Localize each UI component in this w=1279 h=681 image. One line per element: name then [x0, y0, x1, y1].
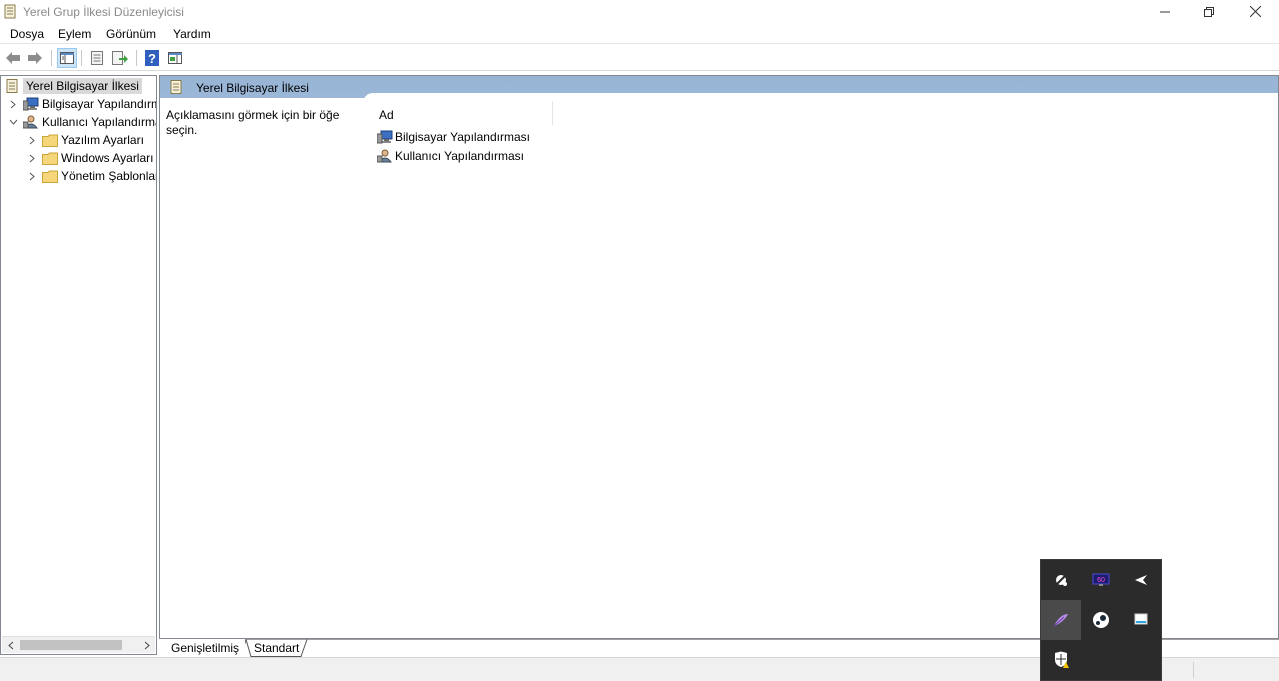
chevron-right-icon[interactable]: [8, 99, 18, 109]
folder-icon: [42, 169, 58, 183]
policy-document-icon: [170, 80, 182, 97]
tree-item-label: Bilgisayar Yapılandırması: [42, 97, 156, 111]
gpu-monitor-icon[interactable]: 60: [1081, 560, 1121, 600]
chevron-right-icon[interactable]: [27, 153, 37, 163]
close-button[interactable]: [1232, 0, 1278, 23]
tray-overflow-popup: 60: [1040, 559, 1162, 681]
menu-action[interactable]: Eylem: [57, 27, 92, 41]
properties-icon[interactable]: [87, 48, 107, 68]
tree-item-label: Yönetim Şablonları: [61, 169, 157, 183]
window-title: Yerel Grup İlkesi Düzenleyicisi: [23, 5, 184, 19]
details-title: Yerel Bilgisayar İlkesi: [196, 81, 309, 95]
scroll-right-icon[interactable]: [138, 637, 155, 653]
toolbar-separator: [136, 50, 137, 66]
menu-help[interactable]: Yardım: [172, 27, 212, 41]
forward-icon[interactable]: [25, 48, 45, 68]
folder-icon: [42, 133, 58, 147]
details-pane: Yerel Bilgisayar İlkesi Açıklamasını gör…: [159, 75, 1279, 639]
list-item[interactable]: Bilgisayar Yapılandırması: [377, 128, 530, 146]
back-icon[interactable]: [3, 48, 23, 68]
steam-icon[interactable]: [1081, 600, 1121, 640]
chevron-right-icon[interactable]: [27, 135, 37, 145]
tree-item-label: Kullanıcı Yapılandırması: [42, 115, 156, 129]
tree-item-user-config[interactable]: Kullanıcı Yapılandırması: [8, 113, 156, 131]
show-action-pane-icon[interactable]: [165, 48, 185, 68]
list-item[interactable]: Kullanıcı Yapılandırması: [377, 147, 524, 165]
column-header-name[interactable]: Ad: [379, 108, 394, 122]
svg-text:?: ?: [148, 51, 156, 66]
toolbar: ?: [0, 45, 1279, 71]
policy-document-icon: [4, 4, 16, 19]
item-list: Ad Bilgisayar Yapılandırması Kullanıcı Y…: [363, 93, 1278, 638]
svg-text:60: 60: [1097, 577, 1105, 584]
scroll-left-icon[interactable]: [2, 637, 19, 653]
computer-icon: [377, 130, 393, 144]
security-shield-warning-icon[interactable]: [1041, 640, 1081, 680]
chevron-down-icon[interactable]: [8, 117, 18, 127]
status-separator: [1193, 662, 1194, 678]
feather-icon[interactable]: [1041, 600, 1081, 640]
list-item-label: Bilgisayar Yapılandırması: [395, 130, 530, 144]
restore-button[interactable]: [1186, 0, 1232, 23]
console-tree: Yerel Bilgisayar İlkesi Bilgisayar Yapıl…: [0, 75, 157, 655]
tree-item-admin-templates[interactable]: Yönetim Şablonları: [27, 167, 157, 185]
tree-item-root[interactable]: Yerel Bilgisayar İlkesi: [4, 77, 142, 95]
list-item-label: Kullanıcı Yapılandırması: [395, 149, 524, 163]
tab-extended[interactable]: Genişletilmiş: [159, 639, 246, 657]
tree-item-label: Windows Ayarları: [61, 151, 154, 165]
tab-standard[interactable]: Standart: [242, 639, 305, 657]
tree-horizontal-scrollbar[interactable]: [2, 636, 155, 653]
tree-item-label: Yazılım Ayarları: [61, 133, 144, 147]
user-icon: [23, 115, 39, 129]
airplane-icon[interactable]: [1121, 560, 1161, 600]
folder-icon: [42, 151, 58, 165]
toolbar-separator: [51, 50, 52, 66]
tree-item-windows-settings[interactable]: Windows Ayarları: [27, 149, 153, 167]
column-divider[interactable]: [552, 101, 553, 125]
help-icon[interactable]: ?: [142, 48, 162, 68]
menu-bar: Dosya Eylem Görünüm Yardım: [0, 24, 1279, 44]
user-icon: [377, 149, 393, 163]
toolbar-separator: [81, 50, 82, 66]
show-hide-tree-icon[interactable]: [57, 48, 77, 68]
menu-file[interactable]: Dosya: [9, 27, 45, 41]
title-bar: Yerel Grup İlkesi Düzenleyicisi: [0, 0, 1279, 23]
scrollbar-thumb[interactable]: [20, 640, 122, 650]
chevron-right-icon[interactable]: [27, 171, 37, 181]
display-icon[interactable]: [1121, 600, 1161, 640]
minimize-button[interactable]: [1142, 0, 1188, 23]
tree-item-software-settings[interactable]: Yazılım Ayarları: [27, 131, 144, 149]
export-list-icon[interactable]: [110, 48, 130, 68]
tree-item-label: Yerel Bilgisayar İlkesi: [23, 78, 142, 94]
satellite-icon[interactable]: [1041, 560, 1081, 600]
description-text: Açıklamasını görmek için bir öğe seçin.: [166, 108, 340, 137]
computer-icon: [23, 97, 39, 111]
menu-view[interactable]: Görünüm: [105, 27, 157, 41]
tree-item-computer-config[interactable]: Bilgisayar Yapılandırması: [8, 95, 156, 113]
policy-document-icon: [4, 79, 20, 93]
